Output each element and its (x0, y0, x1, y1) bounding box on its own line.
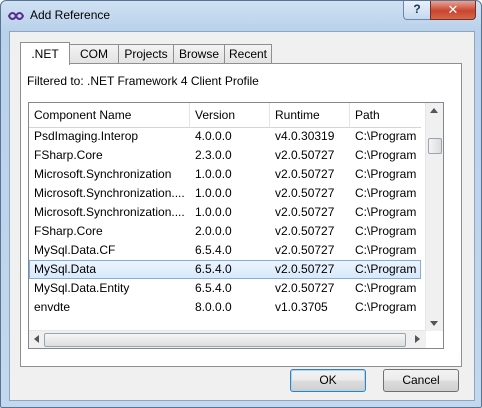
runtime-cell: v4.0.30319 (275, 129, 335, 143)
component-name-cell: Microsoft.Synchronization (34, 167, 172, 181)
tab-com[interactable]: COM (69, 44, 119, 64)
version-cell: 2.0.0.0 (195, 224, 232, 238)
path-cell: C:\Program (355, 262, 417, 276)
runtime-cell: v2.0.50727 (275, 243, 335, 257)
table-row-selected[interactable]: MySql.Data 6.5.4.0 v2.0.50727 C:\Program (29, 260, 421, 279)
tab-recent[interactable]: Recent (224, 44, 272, 64)
table-row[interactable]: Microsoft.Synchronization.... 1.0.0.0 v2.0… (29, 184, 421, 203)
cancel-button[interactable]: Cancel (383, 369, 459, 392)
runtime-cell: v2.0.50727 (275, 167, 335, 181)
runtime-cell: v2.0.50727 (275, 262, 335, 276)
table-row[interactable]: FSharp.Core 2.3.0.0 v2.0.50727 C:\Program (29, 146, 421, 165)
scroll-left-arrow-icon[interactable] (34, 335, 39, 343)
visual-studio-icon (8, 12, 24, 20)
runtime-cell: v2.0.50727 (275, 205, 335, 219)
dialog-client-area: .NET COM Projects Browse Recent Filtered… (9, 31, 475, 401)
tab-panel: Filtered to: .NET Framework 4 Client Pro… (20, 63, 462, 367)
table-row[interactable]: envdte 8.0.0.0 v1.0.3705 C:\Program (29, 298, 421, 317)
add-reference-dialog: Add Reference ? ✕ .NET COM Projects Brow… (0, 0, 482, 408)
version-cell: 6.5.4.0 (195, 281, 232, 295)
runtime-cell: v2.0.50727 (275, 148, 335, 162)
path-cell: C:\Program (355, 205, 417, 219)
table-row[interactable]: MySql.Data.Entity 6.5.4.0 v2.0.50727 C:\Pro… (29, 279, 421, 298)
path-cell: C:\Program (355, 224, 417, 238)
version-cell: 1.0.0.0 (195, 205, 232, 219)
filter-label: Filtered to: .NET Framework 4 Client Pro… (27, 74, 259, 88)
vertical-scrollbar[interactable] (425, 103, 443, 331)
column-header-runtime[interactable]: Runtime (270, 103, 350, 127)
window-title: Add Reference (30, 8, 111, 22)
scroll-right-arrow-icon[interactable] (415, 335, 420, 343)
version-cell: 2.3.0.0 (195, 148, 232, 162)
component-name-cell: envdte (34, 300, 71, 314)
table-row[interactable]: PsdImaging.Interop 4.0.0.0 v4.0.30319 C:\Pr… (29, 127, 421, 146)
vertical-scroll-thumb[interactable] (428, 138, 442, 154)
help-button[interactable]: ? (403, 1, 431, 20)
tab-browse[interactable]: Browse (173, 44, 225, 64)
path-cell: C:\Program (355, 186, 417, 200)
version-cell: 1.0.0.0 (195, 186, 232, 200)
column-header-path[interactable]: Path (350, 103, 425, 127)
horizontal-scrollbar[interactable] (29, 330, 426, 348)
table-row[interactable]: Microsoft.Synchronization.... 1.0.0.0 v2.0… (29, 203, 421, 222)
component-name-cell: Microsoft.Synchronization.... (34, 186, 185, 200)
path-cell: C:\Program (355, 167, 417, 181)
path-cell: C:\Program (355, 148, 417, 162)
version-cell: 8.0.0.0 (195, 300, 232, 314)
tab-projects[interactable]: Projects (118, 44, 174, 64)
scroll-up-arrow-icon[interactable] (430, 108, 438, 113)
column-header-version[interactable]: Version (190, 103, 270, 127)
table-row[interactable]: FSharp.Core 2.0.0.0 v2.0.50727 C:\Program (29, 222, 421, 241)
list-header: Component Name Version Runtime Path (29, 103, 421, 128)
column-header-component-name[interactable]: Component Name (29, 103, 190, 127)
title-bar: Add Reference ? ✕ (1, 1, 481, 31)
table-row[interactable]: Microsoft.Synchronization 1.0.0.0 v2.0.507… (29, 165, 421, 184)
tab-dotnet[interactable]: .NET (20, 42, 70, 65)
version-cell: 1.0.0.0 (195, 167, 232, 181)
version-cell: 4.0.0.0 (195, 129, 232, 143)
path-cell: C:\Program (355, 281, 417, 295)
component-name-cell: MySql.Data (34, 262, 97, 276)
component-list[interactable]: Component Name Version Runtime Path PsdI… (28, 102, 444, 349)
component-name-cell: FSharp.Core (34, 224, 103, 238)
component-name-cell: FSharp.Core (34, 148, 103, 162)
component-name-cell: MySql.Data.CF (34, 243, 116, 257)
path-cell: C:\Program (355, 300, 417, 314)
version-cell: 6.5.4.0 (195, 262, 232, 276)
path-cell: C:\Program (355, 129, 417, 143)
runtime-cell: v2.0.50727 (275, 281, 335, 295)
version-cell: 6.5.4.0 (195, 243, 232, 257)
runtime-cell: v2.0.50727 (275, 186, 335, 200)
horizontal-scroll-thumb[interactable] (44, 333, 406, 347)
runtime-cell: v1.0.3705 (275, 300, 328, 314)
component-name-cell: PsdImaging.Interop (34, 129, 139, 143)
path-cell: C:\Program (355, 243, 417, 257)
ok-button[interactable]: OK (290, 369, 366, 392)
table-row[interactable]: MySql.Data.CF 6.5.4.0 v2.0.50727 C:\Program (29, 241, 421, 260)
runtime-cell: v2.0.50727 (275, 224, 335, 238)
scroll-down-arrow-icon[interactable] (430, 321, 438, 326)
component-name-cell: MySql.Data.Entity (34, 281, 130, 295)
close-button[interactable]: ✕ (430, 1, 476, 20)
component-name-cell: Microsoft.Synchronization.... (34, 205, 185, 219)
